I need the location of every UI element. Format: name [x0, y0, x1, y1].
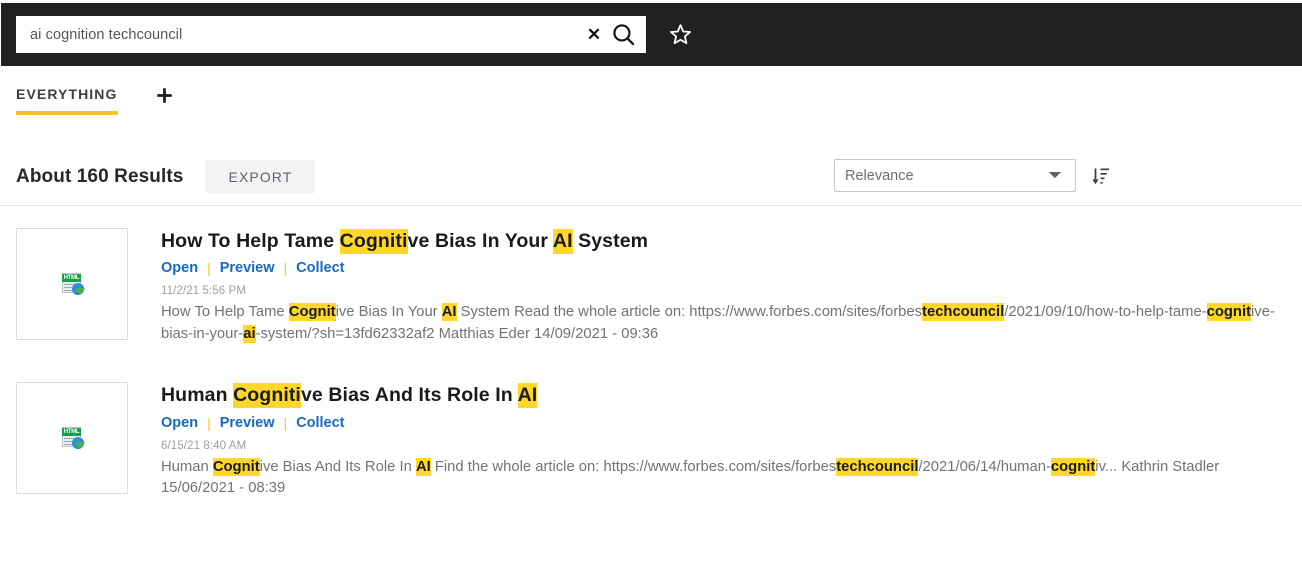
result-item: HTML Human Cognitive Bias And Its Role In…	[0, 382, 1302, 500]
result-thumbnail[interactable]: HTML	[16, 228, 128, 340]
action-open-link[interactable]: Open	[161, 260, 198, 276]
action-separator: |	[283, 414, 288, 431]
search-input[interactable]	[17, 17, 581, 52]
highlight-term: cognit	[1050, 457, 1096, 476]
highlight-term: Cognit	[212, 457, 260, 476]
sort-controls: RelevanceDateTitleAuthorSize	[834, 159, 1112, 192]
action-collect-link[interactable]: Collect	[296, 415, 344, 431]
highlight-term: techcouncil	[922, 303, 1005, 322]
result-snippet: Human Cognitive Bias And Its Role In AI …	[161, 457, 1220, 497]
highlight-term: ai	[243, 325, 256, 344]
sort-descending-icon[interactable]	[1090, 165, 1112, 187]
result-list: HTML How To Help Tame Cognitive Bias In Y…	[0, 206, 1302, 536]
highlight-term: AI	[552, 229, 573, 254]
action-collect-link[interactable]: Collect	[296, 260, 344, 276]
clear-icon[interactable]: ✕	[581, 22, 607, 48]
highlight-term: AI	[517, 383, 538, 409]
tab-everything[interactable]: EVERYTHING	[16, 86, 118, 115]
action-preview-link[interactable]: Preview	[220, 415, 275, 431]
highlight-term: techcouncil	[836, 457, 919, 476]
result-body: Human Cognitive Bias And Its Role In AI O…	[161, 382, 1286, 500]
result-thumbnail[interactable]: HTML	[16, 382, 128, 495]
search-icon[interactable]	[607, 16, 645, 53]
result-item: HTML How To Help Tame Cognitive Bias In Y…	[0, 228, 1302, 346]
results-toolbar: About 160 Results EXPORT RelevanceDateTi…	[0, 148, 1302, 205]
highlight-term: Cognit	[288, 303, 336, 322]
top-search-bar: ✕	[1, 3, 1302, 66]
html-file-icon: HTML	[60, 427, 85, 450]
action-open-link[interactable]: Open	[161, 415, 198, 431]
tab-active-indicator	[16, 111, 118, 115]
result-title[interactable]: Human Cognitive Bias And Its Role In AI	[161, 383, 1286, 409]
result-date: 11/2/21 5:56 PM	[161, 285, 247, 298]
plus-icon[interactable]	[154, 84, 176, 106]
result-actions: Open | Preview | Collect	[161, 415, 1286, 431]
highlight-term: Cogniti	[233, 383, 301, 409]
highlight-term: Cogniti	[339, 229, 408, 254]
action-separator: |	[207, 414, 211, 431]
action-preview-link[interactable]: Preview	[220, 260, 275, 276]
action-separator: |	[283, 260, 288, 277]
export-button[interactable]: EXPORT	[205, 159, 316, 194]
search-box: ✕	[16, 16, 646, 53]
result-body: How To Help Tame Cognitive Bias In Your …	[161, 228, 1286, 346]
result-actions: Open | Preview | Collect	[161, 260, 1286, 276]
highlight-term: AI	[441, 303, 457, 322]
highlight-term: cognit	[1206, 303, 1252, 322]
sort-select[interactable]: RelevanceDateTitleAuthorSize	[834, 159, 1076, 192]
tab-bar: EVERYTHING	[0, 66, 1302, 122]
html-file-icon: HTML	[60, 273, 85, 295]
result-snippet: How To Help Tame Cognitive Bias In Your …	[161, 303, 1275, 344]
result-date: 6/15/21 8:40 AM	[161, 439, 247, 452]
action-separator: |	[207, 260, 211, 277]
results-count: About 160 Results	[16, 165, 184, 187]
result-title[interactable]: How To Help Tame Cognitive Bias In Your …	[161, 229, 1286, 254]
star-outline-icon[interactable]	[666, 21, 694, 49]
highlight-term: AI	[415, 457, 431, 476]
